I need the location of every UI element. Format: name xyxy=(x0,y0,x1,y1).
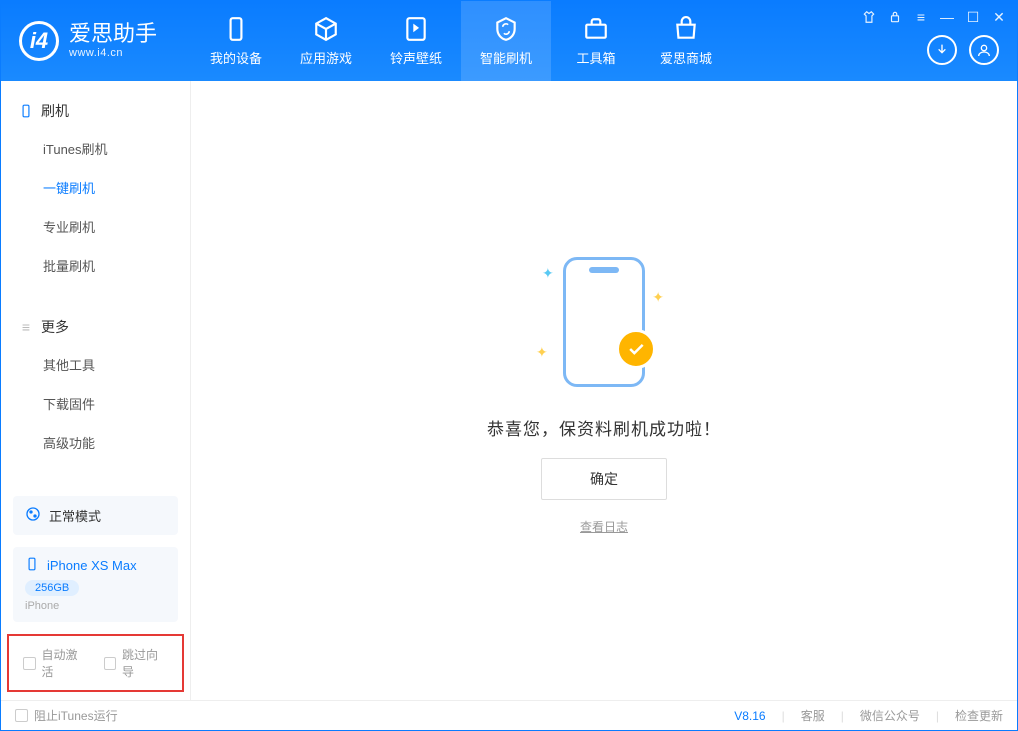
refresh-icon xyxy=(493,16,519,42)
device-icon xyxy=(223,16,249,42)
checkbox-skip-guide[interactable]: 跳过向导 xyxy=(104,646,169,680)
menu-icon[interactable]: ≡ xyxy=(913,9,929,25)
sidebar-item-batch-flash[interactable]: 批量刷机 xyxy=(1,246,190,285)
checkbox-icon xyxy=(15,709,28,722)
nav-label: 铃声壁纸 xyxy=(390,48,442,67)
nav-flash[interactable]: 智能刷机 xyxy=(461,1,551,81)
nav-label: 应用游戏 xyxy=(300,48,352,67)
nav-label: 我的设备 xyxy=(210,48,262,67)
maximize-icon[interactable]: ☐ xyxy=(965,9,981,25)
checkbox-label: 跳过向导 xyxy=(122,646,168,680)
device-mode-status[interactable]: 正常模式 xyxy=(13,496,178,535)
footer: 阻止iTunes运行 V8.16 | 客服 | 微信公众号 | 检查更新 xyxy=(1,700,1017,730)
sparkle-icon: ✦ xyxy=(652,289,664,306)
sparkle-icon: ✦ xyxy=(536,344,548,361)
sidebar-item-itunes-flash[interactable]: iTunes刷机 xyxy=(1,129,190,168)
checkbox-auto-activate[interactable]: 自动激活 xyxy=(23,646,88,680)
sidebar-item-advanced[interactable]: 高级功能 xyxy=(1,423,190,462)
app-title: 爱思助手 xyxy=(69,23,157,45)
version-label[interactable]: V8.16 xyxy=(734,709,765,723)
nav-ringtones[interactable]: 铃声壁纸 xyxy=(371,1,461,81)
cube-icon xyxy=(313,16,339,42)
sidebar-item-download-firmware[interactable]: 下载固件 xyxy=(1,384,190,423)
footer-check-update[interactable]: 检查更新 xyxy=(955,707,1003,724)
window-controls: ≡ — ☐ ✕ xyxy=(861,9,1007,25)
sidebar-section-more: ≡ 更多 xyxy=(1,309,190,345)
logo-area: i4 爱思助手 www.i4.cn xyxy=(1,21,191,61)
device-phone-icon xyxy=(25,557,39,574)
footer-wechat[interactable]: 微信公众号 xyxy=(860,707,920,724)
nav-store[interactable]: 爱思商城 xyxy=(641,1,731,81)
device-type: iPhone xyxy=(25,600,166,612)
shirt-icon[interactable] xyxy=(861,9,877,25)
checkbox-block-itunes[interactable]: 阻止iTunes运行 xyxy=(15,707,118,724)
app-subtitle: www.i4.cn xyxy=(69,47,157,59)
phone-icon xyxy=(19,104,33,118)
nav-toolbox[interactable]: 工具箱 xyxy=(551,1,641,81)
status-icon xyxy=(25,506,41,525)
view-log-link[interactable]: 查看日志 xyxy=(580,518,628,535)
list-icon: ≡ xyxy=(19,320,33,334)
minimize-icon[interactable]: — xyxy=(939,9,955,25)
sidebar-item-other-tools[interactable]: 其他工具 xyxy=(1,345,190,384)
sidebar: 刷机 iTunes刷机 一键刷机 专业刷机 批量刷机 ≡ 更多 其他工具 下载固… xyxy=(1,81,191,700)
toolbox-icon xyxy=(583,16,609,42)
section-title: 更多 xyxy=(41,317,69,337)
sparkle-icon: ✦ xyxy=(542,265,554,282)
nav-my-device[interactable]: 我的设备 xyxy=(191,1,281,81)
status-label: 正常模式 xyxy=(49,506,101,525)
sidebar-section-flash: 刷机 xyxy=(1,93,190,129)
checkbox-label: 自动激活 xyxy=(42,646,88,680)
lock-icon[interactable] xyxy=(887,9,903,25)
footer-support[interactable]: 客服 xyxy=(801,707,825,724)
nav-label: 工具箱 xyxy=(576,48,615,67)
success-check-icon xyxy=(616,329,656,369)
sidebar-item-pro-flash[interactable]: 专业刷机 xyxy=(1,207,190,246)
nav-label: 爱思商城 xyxy=(660,48,712,67)
device-storage-badge: 256GB xyxy=(25,580,79,596)
success-message: 恭喜您，保资料刷机成功啦！ xyxy=(487,415,721,440)
app-header: i4 爱思助手 www.i4.cn 我的设备 应用游戏 铃声壁纸 智能刷机 工具… xyxy=(1,1,1017,81)
checkbox-icon xyxy=(104,657,117,670)
checkbox-label: 阻止iTunes运行 xyxy=(34,707,118,724)
success-illustration: ✦ ✦ ✦ xyxy=(514,247,694,397)
download-button[interactable] xyxy=(927,35,957,65)
nav-apps[interactable]: 应用游戏 xyxy=(281,1,371,81)
store-icon xyxy=(673,16,699,42)
ok-button[interactable]: 确定 xyxy=(541,458,667,500)
main-content: ✦ ✦ ✦ 恭喜您，保资料刷机成功啦！ 确定 查看日志 xyxy=(191,81,1017,700)
close-icon[interactable]: ✕ xyxy=(991,9,1007,25)
user-button[interactable] xyxy=(969,35,999,65)
highlighted-checkbox-row: 自动激活 跳过向导 xyxy=(7,634,184,692)
logo-icon: i4 xyxy=(19,21,59,61)
main-nav: 我的设备 应用游戏 铃声壁纸 智能刷机 工具箱 爱思商城 xyxy=(191,1,731,81)
checkbox-icon xyxy=(23,657,36,670)
sidebar-item-oneclick-flash[interactable]: 一键刷机 xyxy=(1,168,190,207)
section-title: 刷机 xyxy=(41,101,69,121)
music-icon xyxy=(403,16,429,42)
device-name: iPhone XS Max xyxy=(47,558,137,573)
device-info[interactable]: iPhone XS Max 256GB iPhone xyxy=(13,547,178,622)
header-actions xyxy=(927,35,999,65)
nav-label: 智能刷机 xyxy=(480,48,532,67)
